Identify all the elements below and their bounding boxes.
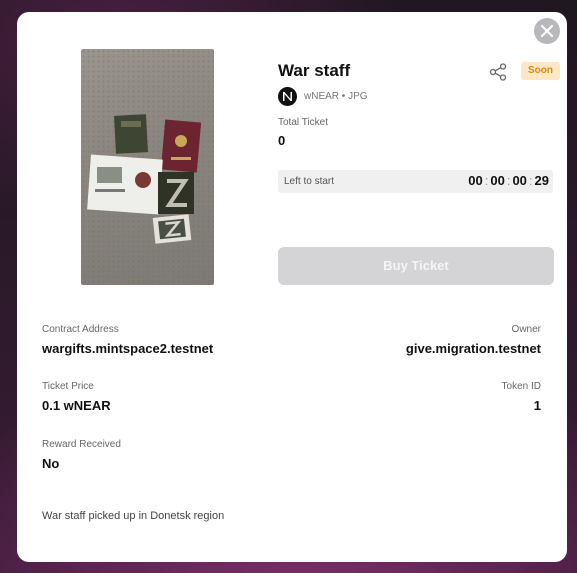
buy-ticket-button[interactable]: Buy Ticket (278, 247, 554, 285)
nft-description: War staff picked up in Donetsk region (42, 510, 225, 522)
countdown-timer: 00:00:00:29 (468, 173, 549, 188)
close-icon (541, 25, 553, 37)
close-button[interactable] (534, 18, 560, 44)
total-ticket-value: 0 (278, 133, 286, 148)
token-meta: wNEAR • JPG (304, 91, 368, 102)
left-to-start-label: Left to start (284, 176, 335, 187)
nft-image (81, 49, 214, 285)
countdown-box: Left to start 00:00:00:29 (278, 170, 553, 193)
share-icon[interactable] (489, 63, 507, 86)
ticket-price-value: 0.1 wNEAR (42, 398, 111, 413)
owner-value: give.migration.testnet (405, 341, 541, 356)
contract-address-label: Contract Address (42, 324, 119, 335)
nft-title: War staff (278, 61, 351, 80)
nft-detail-modal: War staff Soon wNEAR • JPG Total Ticket … (17, 12, 567, 562)
countdown-hours: 00 (490, 173, 505, 188)
token-id-value: 1 (533, 398, 541, 413)
reward-received-label: Reward Received (42, 439, 121, 450)
countdown-minutes: 00 (512, 173, 527, 188)
reward-received-value: No (42, 456, 60, 471)
countdown-days: 00 (468, 173, 483, 188)
ticket-price-label: Ticket Price (42, 381, 94, 392)
countdown-seconds: 29 (534, 173, 549, 188)
total-ticket-label: Total Ticket (278, 117, 329, 128)
token-id-label: Token ID (501, 381, 541, 392)
near-logo-icon (278, 87, 297, 106)
owner-label: Owner (511, 324, 541, 335)
contract-address-value: wargifts.mintspace2.testnet (42, 341, 214, 356)
status-badge: Soon (521, 62, 560, 80)
